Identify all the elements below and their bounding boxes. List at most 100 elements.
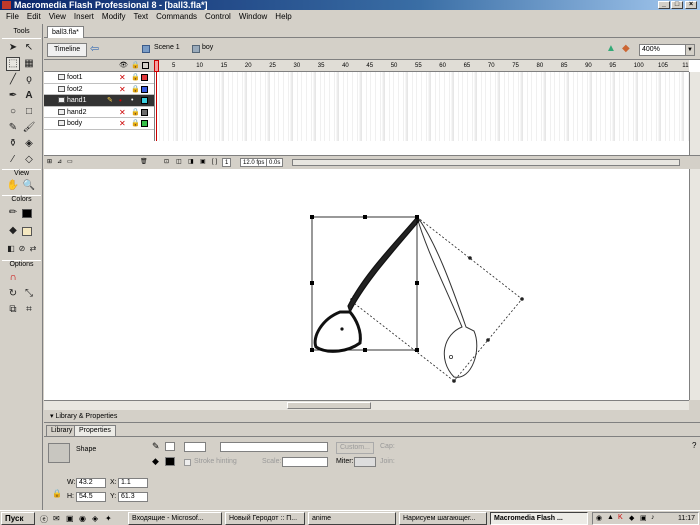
frame-ruler[interactable]: 5 10 15 20 25 30 35 40 45 50 55 60 65 70 75 80 85 90 95 100… bbox=[154, 60, 689, 72]
transform-handle[interactable] bbox=[415, 348, 419, 352]
quicklaunch-app-icon[interactable]: ◈ bbox=[92, 514, 98, 523]
hand-tool-icon[interactable]: ✋ bbox=[6, 179, 20, 193]
menu-file[interactable]: File bbox=[2, 10, 23, 24]
fill-color-icon[interactable]: ◆ bbox=[6, 224, 20, 238]
miter-field[interactable] bbox=[354, 457, 376, 467]
tab-properties[interactable]: Properties bbox=[74, 425, 116, 436]
tray-icon[interactable]: ◉ bbox=[596, 514, 602, 522]
snap-magnet-icon[interactable]: ∩ bbox=[6, 271, 20, 285]
transform-handle[interactable] bbox=[363, 348, 367, 352]
tab-library[interactable]: Library bbox=[46, 425, 78, 436]
stroke-color-icon[interactable]: ✎ bbox=[152, 441, 160, 452]
layer-row-hand1[interactable]: hand1 ✎ • • bbox=[44, 95, 154, 107]
breadcrumb-scene[interactable]: Scene 1 bbox=[154, 44, 180, 51]
zoom-tool-icon[interactable]: 🔍 bbox=[22, 179, 36, 193]
scale-icon[interactable]: ⤡ bbox=[22, 287, 36, 301]
playhead-marker[interactable] bbox=[154, 60, 159, 72]
quicklaunch-ie-icon[interactable]: ⓔ bbox=[40, 514, 48, 525]
lock-icon[interactable]: 🔒 bbox=[131, 61, 140, 69]
stroke-color-swatch[interactable] bbox=[22, 209, 32, 218]
edit-scene-icon[interactable]: ▲ bbox=[606, 43, 616, 54]
panel-title-bar[interactable]: ▾ Library & Properties bbox=[44, 411, 700, 423]
custom-button[interactable]: Custom... bbox=[336, 442, 374, 454]
menu-text[interactable]: Text bbox=[129, 10, 152, 24]
task-flash[interactable]: Macromedia Flash ... bbox=[490, 512, 588, 525]
outline-icon[interactable] bbox=[142, 62, 149, 69]
transform-handle[interactable] bbox=[363, 215, 367, 219]
envelope-icon[interactable]: ⌗ bbox=[22, 303, 36, 317]
rotate-handle[interactable] bbox=[486, 338, 490, 342]
edit-multiple-frames-icon[interactable]: ▣ bbox=[200, 158, 206, 167]
hide-layer-icon[interactable]: • bbox=[119, 95, 122, 106]
selection-tool-icon[interactable]: ➤ bbox=[6, 41, 20, 55]
fill-swatch[interactable] bbox=[165, 457, 175, 466]
layer-row-foot1[interactable]: foot1 ✕ 🔒 bbox=[44, 72, 154, 84]
lock-layer-icon[interactable]: • bbox=[131, 95, 133, 106]
tray-icon[interactable]: ◆ bbox=[629, 514, 634, 522]
y-field[interactable]: 61.3 bbox=[118, 492, 148, 502]
timeline-button[interactable]: Timeline bbox=[47, 43, 88, 57]
layer-row-hand2[interactable]: hand2 ✕ 🔒 bbox=[44, 106, 154, 118]
tray-icon[interactable]: K bbox=[618, 514, 623, 521]
stroke-style-select[interactable] bbox=[220, 442, 328, 452]
menu-view[interactable]: View bbox=[45, 10, 70, 24]
zoom-select[interactable]: 400% ▼ bbox=[639, 44, 695, 56]
rotate-handle[interactable] bbox=[452, 379, 456, 383]
pencil-tool-icon[interactable]: ✎ bbox=[6, 121, 20, 135]
eraser-tool-icon[interactable]: ◇ bbox=[22, 153, 36, 167]
transform-handle[interactable] bbox=[310, 281, 314, 285]
menu-insert[interactable]: Insert bbox=[70, 10, 98, 24]
width-field[interactable]: 43.2 bbox=[76, 478, 106, 488]
hide-layer-icon[interactable]: ✕ bbox=[119, 72, 126, 83]
height-field[interactable]: 54.5 bbox=[76, 492, 106, 502]
ink-bottle-tool-icon[interactable]: ⚱ bbox=[6, 137, 20, 151]
volume-icon[interactable]: ♪ bbox=[651, 514, 655, 521]
stage-vertical-scrollbar[interactable] bbox=[689, 169, 700, 400]
layer-outline-color[interactable] bbox=[141, 85, 148, 93]
scroll-thumb[interactable] bbox=[287, 402, 371, 409]
quicklaunch-outlook-icon[interactable]: ✉ bbox=[53, 514, 60, 523]
task-browser[interactable]: Новый Геродот :: П... bbox=[225, 512, 305, 525]
layer-outline-color[interactable] bbox=[141, 74, 148, 81]
task-article[interactable]: Нарисуем шагающег... bbox=[399, 512, 487, 525]
layer-outline-color[interactable] bbox=[141, 120, 148, 127]
lock-layer-icon[interactable]: 🔒 bbox=[131, 72, 140, 83]
onion-skin-icon[interactable]: ◫ bbox=[176, 158, 182, 167]
lock-layer-icon[interactable]: 🔒 bbox=[131, 118, 140, 129]
frame-grid[interactable] bbox=[154, 72, 689, 141]
menu-window[interactable]: Window bbox=[235, 10, 271, 24]
chevron-down-icon[interactable]: ▼ bbox=[685, 45, 694, 55]
menu-modify[interactable]: Modify bbox=[98, 10, 130, 24]
hand-shape[interactable] bbox=[313, 215, 420, 353]
add-guide-icon[interactable]: ⊿ bbox=[57, 158, 62, 167]
quicklaunch-desktop-icon[interactable]: ▣ bbox=[66, 514, 74, 523]
transform-handle[interactable] bbox=[415, 281, 419, 285]
scale-select[interactable] bbox=[282, 457, 328, 467]
insert-layer-icon[interactable]: ⊞ bbox=[47, 158, 52, 167]
edit-symbol-icon[interactable]: ◆ bbox=[622, 43, 630, 54]
gradient-transform-tool-icon[interactable]: ▦ bbox=[22, 57, 36, 71]
oval-tool-icon[interactable]: ○ bbox=[6, 105, 20, 119]
menu-help[interactable]: Help bbox=[271, 10, 295, 24]
insert-folder-icon[interactable]: ▭ bbox=[67, 158, 73, 167]
fill-color-swatch[interactable] bbox=[22, 227, 32, 236]
free-transform-tool-icon[interactable]: ⬚ bbox=[6, 57, 20, 71]
quicklaunch-app-icon[interactable]: ◉ bbox=[79, 514, 86, 523]
distort-icon[interactable]: ⧉ bbox=[6, 303, 20, 317]
minimize-button[interactable]: _ bbox=[658, 1, 670, 9]
rectangle-tool-icon[interactable]: □ bbox=[22, 105, 36, 119]
menu-edit[interactable]: Edit bbox=[23, 10, 45, 24]
fill-color-icon[interactable]: ◆ bbox=[152, 456, 159, 467]
layer-outline-color[interactable] bbox=[141, 108, 148, 116]
pen-tool-icon[interactable]: ✒ bbox=[6, 89, 20, 103]
stroke-swatch[interactable] bbox=[165, 442, 175, 451]
rotate-handle[interactable] bbox=[468, 256, 472, 260]
hide-layer-icon[interactable]: ✕ bbox=[119, 84, 126, 95]
lock-layer-icon[interactable]: 🔒 bbox=[131, 84, 140, 95]
close-button[interactable]: × bbox=[685, 1, 697, 9]
trash-icon[interactable]: 🗑 bbox=[140, 158, 148, 167]
transform-handle[interactable] bbox=[415, 215, 419, 219]
tray-icon[interactable]: ▣ bbox=[640, 514, 647, 522]
lasso-tool-icon[interactable]: ϙ bbox=[22, 73, 36, 87]
timeline-horizontal-scrollbar[interactable] bbox=[292, 159, 680, 166]
